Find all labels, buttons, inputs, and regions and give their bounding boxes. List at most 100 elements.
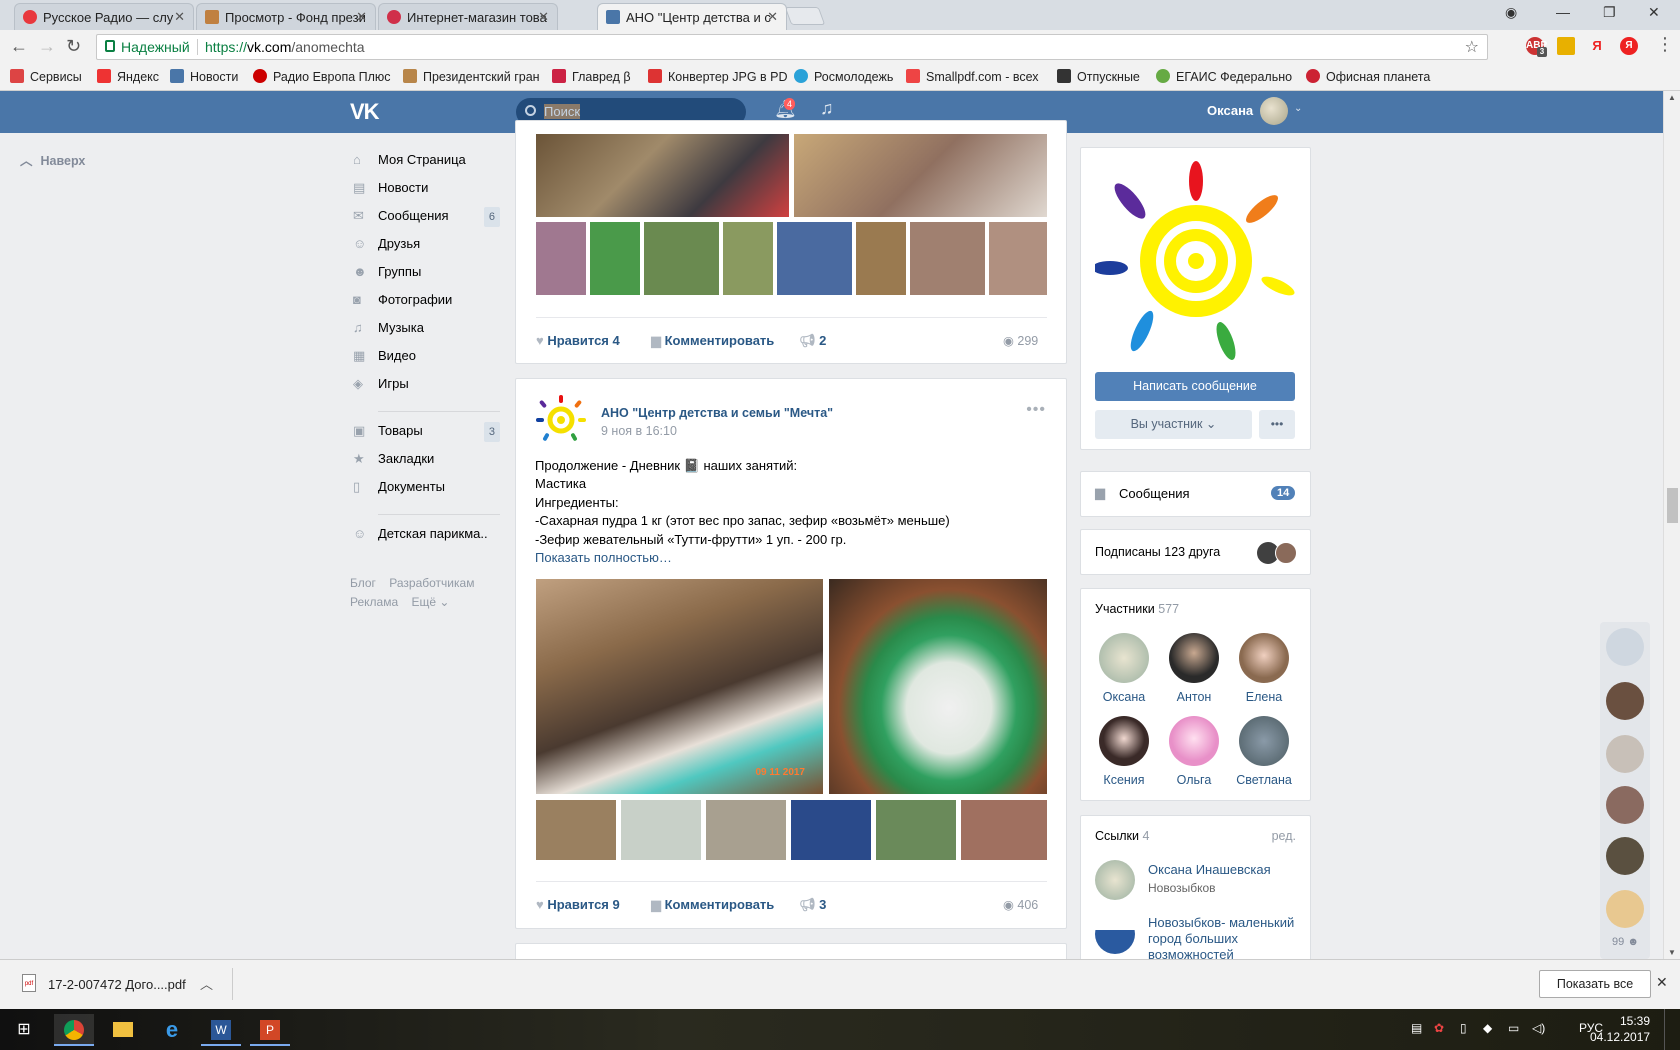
windows-start-icon[interactable]: ⊞ (4, 1014, 44, 1046)
user-name[interactable]: Оксана (1207, 103, 1253, 118)
browser-tab[interactable]: Просмотр - Фонд прези ✕ (196, 3, 376, 30)
profile-icon[interactable]: ◉ (1505, 4, 1517, 21)
nav-item-groups[interactable]: ☻ Группы (350, 263, 500, 291)
forward-icon[interactable]: → (38, 36, 56, 57)
chevron-up-icon[interactable]: ︿ (200, 974, 213, 993)
show-desktop-button[interactable] (1664, 1009, 1680, 1050)
member-item[interactable]: Ксения (1089, 716, 1159, 787)
nav-item-messages[interactable]: ✉ Сообщения 6 (350, 207, 500, 235)
chat-avatar[interactable] (1606, 735, 1644, 773)
post-thumb[interactable] (791, 800, 871, 860)
address-bar[interactable]: Надежный https://vk.com/anomechta ☆ (96, 34, 1488, 60)
close-tab-icon[interactable]: ✕ (356, 9, 367, 25)
group-logo-sun[interactable] (1095, 161, 1297, 361)
comment-button[interactable]: ▆ Комментировать (651, 333, 774, 349)
bookmark-services[interactable]: Сервисы (10, 69, 82, 84)
bookmark-star-icon[interactable]: ☆ (1465, 37, 1479, 57)
nav-item-my-page[interactable]: ⌂ Моя Страница (350, 151, 500, 179)
nav-item-documents[interactable]: ▯ Документы (350, 478, 500, 506)
close-window-icon[interactable]: ✕ (1648, 4, 1660, 21)
member-item[interactable]: Оксана (1089, 633, 1159, 704)
close-tab-icon[interactable]: ✕ (174, 9, 185, 25)
member-item[interactable]: Антон (1159, 633, 1229, 704)
post-photo[interactable] (829, 579, 1047, 794)
chat-avatar[interactable] (1606, 682, 1644, 720)
show-all-downloads-button[interactable]: Показать все (1539, 970, 1651, 998)
nav-item-community[interactable]: ☺ Детская парикма.. (350, 525, 500, 553)
tray-app-icon[interactable]: ▤ (1411, 1021, 1422, 1035)
restore-icon[interactable]: ❐ (1603, 4, 1616, 21)
nav-item-music[interactable]: ♫ Музыка (350, 319, 500, 347)
member-item[interactable]: Ольга (1159, 716, 1229, 787)
network-icon[interactable]: ▭ (1508, 1021, 1519, 1035)
clock[interactable]: 15:39 04.12.2017 (1590, 1013, 1650, 1045)
tray-app-icon[interactable]: ▯ (1460, 1021, 1467, 1035)
post-thumb[interactable] (536, 222, 586, 295)
new-tab-button[interactable] (784, 7, 826, 25)
nav-item-games[interactable]: ◈ Игры (350, 375, 500, 403)
post-photo[interactable] (536, 134, 789, 217)
bookmark-grant[interactable]: Президентский гран (403, 69, 540, 84)
word-icon[interactable]: W (201, 1014, 241, 1046)
post-thumb[interactable] (706, 800, 786, 860)
browser-tab[interactable]: Интернет-магазин това ✕ (378, 3, 558, 30)
more-actions-button[interactable]: ••• (1259, 410, 1295, 439)
internet-explorer-icon[interactable]: e (152, 1014, 192, 1046)
post-photo[interactable] (794, 134, 1047, 217)
bookmark-egais[interactable]: ЕГАИС Федерально (1156, 69, 1292, 84)
friends-subscribed-card[interactable]: Подписаны 123 друга (1080, 529, 1311, 575)
footer-link-developers[interactable]: Разработчикам (389, 576, 474, 590)
post-thumb[interactable] (910, 222, 985, 295)
bookmark-europa-plus[interactable]: Радио Европа Плюс (253, 69, 391, 84)
nav-item-photos[interactable]: ◙ Фотографии (350, 291, 500, 319)
post-menu-icon[interactable]: ••• (1026, 401, 1046, 419)
members-title[interactable]: Участники 577 (1095, 602, 1179, 616)
like-button[interactable]: ♥ Нравится 4 (536, 333, 620, 348)
post-photo[interactable]: 09 11 2017 (536, 579, 823, 794)
footer-link-ads[interactable]: Реклама (350, 595, 398, 609)
messages-card[interactable]: ▆ Сообщения 14 (1080, 471, 1311, 517)
post-thumb[interactable] (989, 222, 1047, 295)
write-message-button[interactable]: Написать сообщение (1095, 372, 1295, 401)
download-file-name[interactable]: 17-2-007472 Дого....pdf (48, 977, 186, 992)
close-tab-icon[interactable]: ✕ (538, 9, 549, 25)
like-button[interactable]: ♥ Нравится 9 (536, 897, 620, 912)
chat-avatar[interactable] (1606, 837, 1644, 875)
minimize-icon[interactable]: — (1556, 4, 1570, 20)
chevron-down-icon[interactable]: ⌄ (1294, 103, 1302, 114)
share-button[interactable]: 📢︎ 2 (799, 333, 826, 349)
nav-item-video[interactable]: ▦ Видео (350, 347, 500, 375)
links-title[interactable]: Ссылки 4 (1095, 829, 1149, 843)
close-download-bar-icon[interactable]: ✕ (1656, 974, 1668, 991)
post-thumb[interactable] (536, 800, 616, 860)
yandex-extension-icon[interactable]: Я (1588, 37, 1606, 55)
back-to-top-link[interactable]: ︿ Наверх (20, 150, 85, 169)
online-count[interactable]: 99 ☻ (1612, 936, 1639, 948)
member-item[interactable]: Елена (1229, 633, 1299, 704)
post-date[interactable]: 9 ноя в 16:10 (601, 424, 677, 438)
member-item[interactable]: Светлана (1229, 716, 1299, 787)
close-tab-icon[interactable]: ✕ (767, 9, 778, 25)
footer-link-blog[interactable]: Блог (350, 576, 376, 590)
dog-avatar-icon[interactable] (1606, 628, 1644, 666)
bookmark-smallpdf[interactable]: Smallpdf.com - всех (906, 69, 1039, 84)
url-text[interactable]: https://vk.com/anomechta (205, 39, 365, 55)
flag-extension-icon[interactable] (1557, 37, 1575, 55)
link-name[interactable]: Оксана Инашевская (1148, 862, 1271, 878)
nav-item-goods[interactable]: ▣ Товары 3 (350, 422, 500, 450)
bookmark-rosmolodezh[interactable]: Росмолодежь (794, 69, 893, 84)
browser-tab-active[interactable]: АНО "Центр детства и с ✕ (597, 3, 787, 30)
yandex-circle-extension-icon[interactable]: Я (1620, 37, 1638, 55)
post-thumb[interactable] (621, 800, 701, 860)
links-edit-link[interactable]: ред. (1272, 829, 1296, 843)
show-more-link[interactable]: Показать полностью… (535, 549, 1015, 567)
chat-avatar[interactable] (1606, 786, 1644, 824)
page-scrollbar[interactable]: ▲ ▼ (1663, 91, 1680, 959)
friend-avatar[interactable] (1275, 542, 1297, 564)
nav-item-bookmarks[interactable]: ★ Закладки (350, 450, 500, 478)
bookmark-office-planet[interactable]: Офисная планета (1306, 69, 1430, 84)
link-name[interactable]: Новозыбков- маленький город больших возм… (1148, 915, 1298, 963)
chat-avatar[interactable] (1606, 890, 1644, 928)
post-thumb[interactable] (590, 222, 640, 295)
tray-shield-icon[interactable]: ◆ (1483, 1021, 1492, 1035)
